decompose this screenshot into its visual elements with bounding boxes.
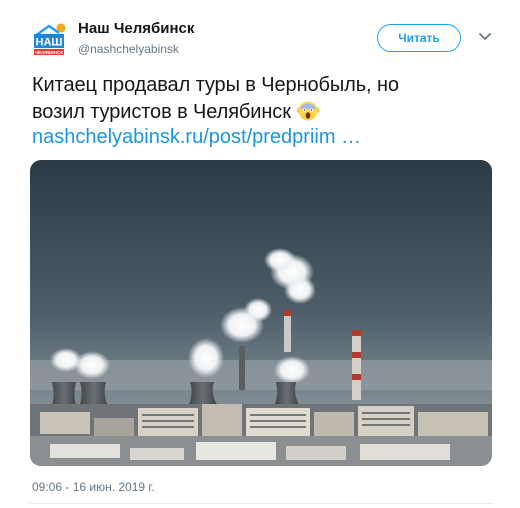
avatar-subtext: ЧЕЛЯБИНСК [35,50,64,55]
tweet-photo[interactable] [30,160,492,466]
tweet-card: НАШ ЧЕЛЯБИНСК Наш Челябинск @nashchelyab… [0,0,520,508]
screaming-face-emoji-icon [296,101,320,121]
tweet-text-line-2: возил туристов в Челябинск [32,99,492,126]
tweet-timestamp[interactable]: 09:06 - 16 июн. 2019 г. [32,480,155,494]
avatar[interactable]: НАШ ЧЕЛЯБИНСК [32,22,68,58]
avatar-text: НАШ [36,37,63,49]
user-handle[interactable]: @nashchelyabinsk [78,42,179,56]
tweet-link[interactable]: nashchelyabinsk.ru/post/predpriim … [32,126,361,149]
avatar-logo: НАШ ЧЕЛЯБИНСК [32,22,68,58]
chevron-down-icon[interactable] [478,32,492,42]
tweet-text-line: Китаец продавал туры в Чернобыль, но [32,74,399,96]
industrial-skyline-photo [30,160,492,466]
tweet-text-line: возил туристов в Челябинск [32,101,291,123]
tweet-text: Китаец продавал туры в Чернобыль, но воз… [32,72,492,126]
display-name[interactable]: Наш Челябинск [78,20,194,37]
divider [30,503,492,504]
follow-button[interactable]: Читать [377,24,461,52]
